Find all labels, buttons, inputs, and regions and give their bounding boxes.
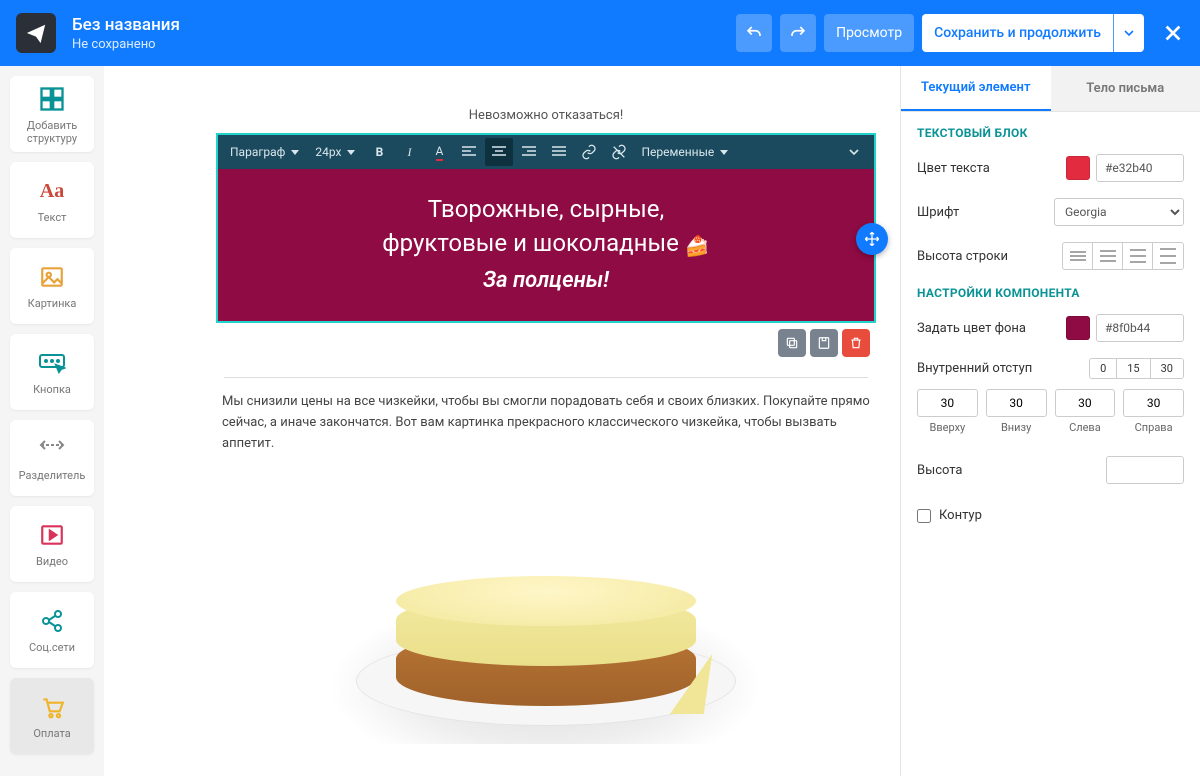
save-dropdown-button[interactable] — [1113, 14, 1144, 52]
panel-tabs: Текущий элемент Тело письма — [901, 66, 1200, 112]
content-divider — [224, 377, 868, 378]
text-icon: Aa — [40, 175, 64, 207]
preview-button[interactable]: Просмотр — [824, 14, 914, 52]
text-color-button[interactable]: A — [425, 138, 453, 166]
height-label: Высота — [917, 463, 1106, 478]
italic-button[interactable]: I — [395, 138, 423, 166]
app-header: Без названия Не сохранено Просмотр Сохра… — [0, 0, 1200, 66]
padding-presets: 0 15 30 — [1089, 358, 1184, 379]
save-block-button[interactable] — [810, 329, 838, 357]
video-icon — [39, 519, 65, 551]
padding-label: Внутренний отступ — [917, 361, 1089, 376]
lh-tight[interactable] — [1063, 243, 1093, 269]
align-left-button[interactable] — [455, 138, 483, 166]
pad-top-input[interactable] — [917, 389, 978, 417]
document-title-block: Без названия Не сохранено — [72, 15, 728, 52]
pad-left-input[interactable] — [1055, 389, 1116, 417]
rich-text-toolbar: Параграф 24px B I A Переменные — [218, 135, 874, 169]
tool-social[interactable]: Соц.сети — [10, 592, 94, 668]
height-input[interactable] — [1106, 456, 1184, 484]
align-justify-button[interactable] — [545, 138, 573, 166]
tool-payment[interactable]: Оплата — [10, 678, 94, 754]
cart-icon — [39, 691, 65, 723]
close-button[interactable] — [1162, 22, 1184, 44]
move-handle[interactable] — [856, 223, 888, 255]
paragraph-style-select[interactable]: Параграф — [224, 141, 307, 163]
bg-color-input[interactable] — [1096, 314, 1184, 342]
element-palette: Добавить структуру Aa Текст Картинка Кно… — [0, 66, 104, 776]
tab-body[interactable]: Тело письма — [1051, 66, 1200, 111]
image-icon — [39, 261, 65, 293]
text-color-label: Цвет текста — [917, 161, 1066, 176]
tool-structure[interactable]: Добавить структуру — [10, 76, 94, 152]
font-size-select[interactable]: 24px — [309, 141, 363, 163]
tool-video[interactable]: Видео — [10, 506, 94, 582]
text-color-input[interactable] — [1096, 154, 1184, 182]
body-paragraph[interactable]: Мы снизили цены на все чизкейки, чтобы в… — [216, 392, 876, 474]
lh-loose[interactable] — [1123, 243, 1153, 269]
section-text-block: ТЕКСТОВЫЙ БЛОК — [917, 126, 1184, 140]
lh-normal[interactable] — [1093, 243, 1123, 269]
share-icon — [40, 605, 64, 637]
line-height-label: Высота строки — [917, 249, 1062, 264]
cheesecake-image — [326, 484, 766, 744]
block-actions — [216, 323, 876, 363]
divider-icon — [39, 433, 65, 465]
font-select[interactable]: Georgia — [1054, 198, 1184, 226]
bold-button[interactable]: B — [365, 138, 393, 166]
canvas-area[interactable]: Невозможно отказаться! Параграф 24px B I… — [104, 66, 900, 776]
pad-right-input[interactable] — [1123, 389, 1184, 417]
text-color-swatch[interactable] — [1066, 156, 1090, 180]
teaser-text[interactable]: Невозможно отказаться! — [216, 108, 876, 123]
tool-divider[interactable]: Разделитель — [10, 420, 94, 496]
variables-select[interactable]: Переменные — [635, 141, 736, 163]
outline-checkbox[interactable] — [917, 509, 931, 523]
properties-panel: Текущий элемент Тело письма ТЕКСТОВЫЙ БЛ… — [900, 66, 1200, 776]
unlink-button[interactable] — [605, 138, 633, 166]
delete-button[interactable] — [842, 329, 870, 357]
preset-30[interactable]: 30 — [1151, 359, 1183, 378]
collapse-toolbar-button[interactable] — [840, 138, 868, 166]
line-height-group — [1062, 242, 1184, 270]
hero-line-2: фруктовые и шоколадные 🍰 — [248, 229, 844, 258]
hero-line-1: Творожные, сырные, — [248, 195, 844, 223]
pad-bottom-input[interactable] — [986, 389, 1047, 417]
undo-button[interactable] — [736, 14, 772, 52]
document-title[interactable]: Без названия — [72, 15, 728, 35]
preset-0[interactable]: 0 — [1090, 359, 1117, 378]
align-right-button[interactable] — [515, 138, 543, 166]
cake-emoji: 🍰 — [685, 234, 710, 258]
bg-color-label: Задать цвет фона — [917, 321, 1066, 336]
save-continue-button[interactable]: Сохранить и продолжить — [922, 14, 1113, 52]
save-status: Не сохранено — [72, 37, 728, 52]
hero-line-3: За полцены! — [248, 268, 844, 293]
padding-inputs: Вверху Внизу Слева Справа — [917, 389, 1184, 434]
outline-label: Контур — [939, 508, 982, 523]
section-component: НАСТРОЙКИ КОМПОНЕНТА — [917, 286, 1184, 300]
font-label: Шрифт — [917, 205, 1054, 220]
selected-text-block[interactable]: Параграф 24px B I A Переменные Творожные… — [216, 133, 876, 323]
align-center-button[interactable] — [485, 138, 513, 166]
redo-button[interactable] — [780, 14, 816, 52]
image-block[interactable] — [216, 474, 876, 764]
grid-icon — [38, 83, 66, 115]
lh-xloose[interactable] — [1153, 243, 1183, 269]
preset-15[interactable]: 15 — [1117, 359, 1150, 378]
link-button[interactable] — [575, 138, 603, 166]
tool-image[interactable]: Картинка — [10, 248, 94, 324]
tool-text[interactable]: Aa Текст — [10, 162, 94, 238]
duplicate-button[interactable] — [778, 329, 806, 357]
tab-current-element[interactable]: Текущий элемент — [901, 66, 1051, 111]
app-logo — [16, 13, 56, 53]
hero-text-content[interactable]: Творожные, сырные, фруктовые и шоколадны… — [218, 169, 874, 321]
button-icon — [38, 347, 66, 379]
bg-color-swatch[interactable] — [1066, 316, 1090, 340]
tool-button[interactable]: Кнопка — [10, 334, 94, 410]
